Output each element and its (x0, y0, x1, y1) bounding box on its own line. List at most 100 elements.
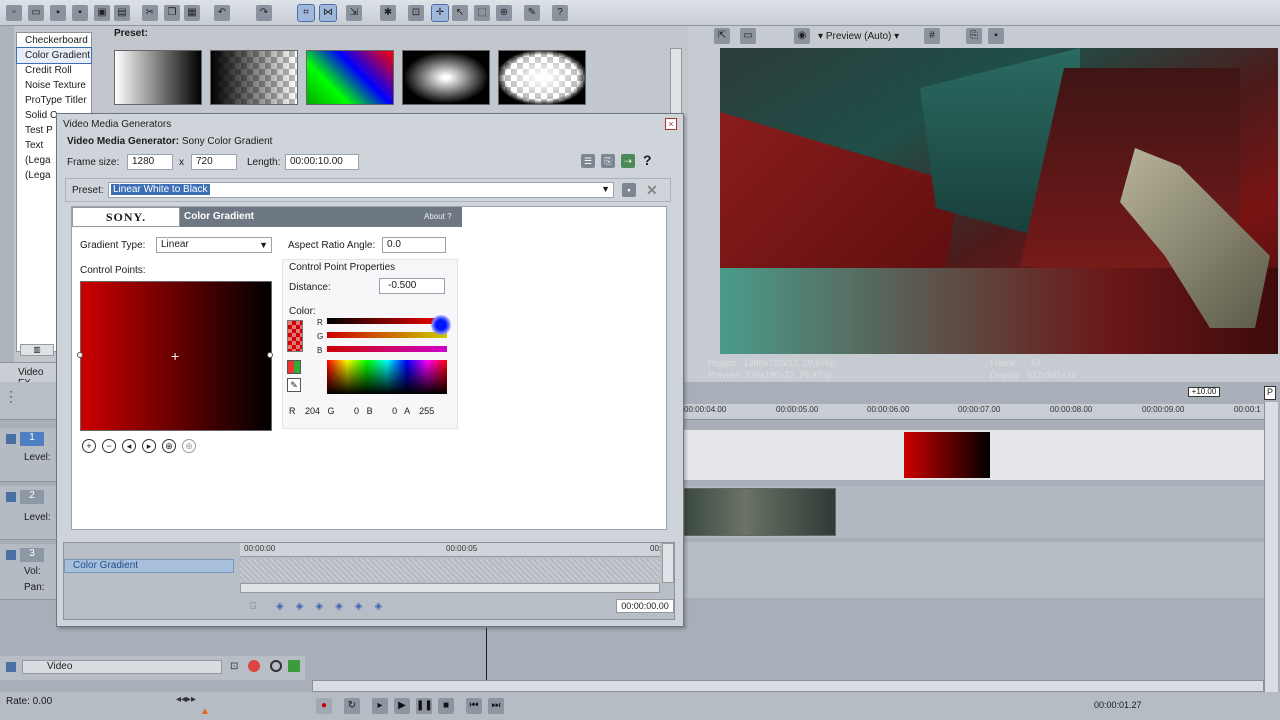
preset-thumb-four-corner[interactable] (306, 50, 394, 105)
preset-dropdown[interactable]: Linear White to Black ▼ (108, 182, 614, 198)
save-as-icon[interactable]: ▪ (72, 5, 88, 21)
color-palette-icon[interactable] (287, 360, 301, 374)
control-point-handle[interactable] (77, 352, 83, 358)
new-file-icon[interactable]: ▫ (6, 5, 22, 21)
timeline-horizontal-scrollbar[interactable] (312, 680, 1264, 692)
frame-width-input[interactable]: 1280 (127, 154, 173, 170)
stop-button[interactable]: ■ (438, 698, 454, 714)
save-icon[interactable]: ▪ (50, 5, 66, 21)
aspect-ratio-input[interactable]: 0.0 (382, 237, 446, 253)
green-slider[interactable] (327, 332, 447, 338)
gradient-canvas[interactable]: + (77, 281, 273, 431)
plugin-chain-icon[interactable]: ⎘ (601, 154, 615, 168)
keyframe-nav-icons[interactable]: ◈◈◈◈◈◈ (276, 601, 394, 612)
open-folder-icon[interactable]: ▭ (28, 5, 44, 21)
play-button[interactable]: ▶ (394, 698, 410, 714)
about-link[interactable]: About ? (424, 212, 452, 221)
pause-button[interactable]: ❚❚ (416, 698, 433, 714)
ignore-grouping-icon[interactable]: ⊡ (408, 5, 424, 21)
delete-preset-icon[interactable]: ✕ (646, 182, 658, 199)
preview-properties-icon[interactable]: ⇱ (714, 28, 730, 44)
generator-item[interactable]: Checkerboard (17, 33, 91, 48)
generator-item[interactable]: Noise Texture (17, 78, 91, 93)
render-icon[interactable]: ▣ (94, 5, 110, 21)
paste-icon[interactable]: ▦ (184, 5, 200, 21)
video-fx-tab[interactable]: Video FX (0, 362, 56, 389)
bus-expand-icon[interactable] (6, 662, 16, 672)
gradient-type-dropdown[interactable]: Linear ▼ (156, 237, 272, 253)
generator-item[interactable]: Color Gradient (16, 47, 92, 64)
normal-edit-tool-icon[interactable]: ✛ (431, 4, 449, 22)
track-expand-icon[interactable] (6, 550, 16, 560)
external-monitor-icon[interactable]: ▭ (740, 28, 756, 44)
play-from-start-button[interactable]: ▸ (372, 698, 388, 714)
b-value[interactable]: 0 (375, 406, 397, 416)
video-clip[interactable] (684, 488, 836, 536)
overlays-icon[interactable]: # (924, 28, 940, 44)
keyframe-vscroll[interactable] (662, 543, 674, 583)
next-point-button[interactable]: ▸ (142, 439, 156, 453)
generator-item[interactable]: ProType Titler (17, 93, 91, 108)
keyframe-lane[interactable] (240, 559, 660, 581)
frame-height-input[interactable]: 720 (191, 154, 237, 170)
sync-cursor-icon[interactable]: ⍈ (250, 601, 256, 612)
length-input[interactable]: 00:00:10.00 (285, 154, 359, 170)
preset-thumb-elliptical-alpha[interactable] (498, 50, 586, 105)
go-to-end-button[interactable]: ⏭ (488, 698, 504, 714)
reset-point-button[interactable]: ⊕ (182, 439, 196, 453)
record-button[interactable]: ● (316, 698, 332, 714)
undo-icon[interactable]: ↶ (214, 5, 230, 21)
color-spectrum[interactable] (327, 360, 447, 394)
preview-quality-dropdown[interactable]: ▾ Preview (Auto) ▾ (818, 31, 899, 42)
cut-icon[interactable]: ✂ (142, 5, 158, 21)
marker-flag-icon[interactable]: P (1264, 386, 1276, 400)
keyframe-time-display[interactable]: 00:00:00.00 (616, 599, 674, 613)
save-preset-icon[interactable]: ▪ (622, 183, 636, 197)
panel-grip[interactable] (0, 26, 14, 382)
g-value[interactable]: 0 (337, 406, 359, 416)
preset-thumb-linear[interactable] (114, 50, 202, 105)
go-to-start-button[interactable]: ⏮ (466, 698, 482, 714)
bus-record-icon[interactable] (248, 660, 260, 672)
distance-input[interactable]: -0.500 (379, 278, 445, 294)
gradient-center-crosshair-icon[interactable]: + (171, 348, 179, 364)
previous-point-button[interactable]: ◂ (122, 439, 136, 453)
timeline-vertical-scrollbar[interactable] (1264, 402, 1278, 712)
eyedropper-icon[interactable]: ✎ (287, 378, 301, 392)
add-control-point-button[interactable]: + (82, 439, 96, 453)
r-value[interactable]: 204 (298, 406, 320, 416)
lock-envelopes-icon[interactable]: ✱ (380, 5, 396, 21)
properties-icon[interactable]: ▤ (114, 5, 130, 21)
center-point-button[interactable]: ⊕ (162, 439, 176, 453)
preset-thumb-elliptical[interactable] (402, 50, 490, 105)
zoom-tool-icon[interactable]: ⊕ (496, 5, 512, 21)
help-icon[interactable]: ? (643, 152, 652, 168)
copy-icon[interactable]: ❐ (164, 5, 180, 21)
copy-snapshot-icon[interactable]: ⎘ (966, 28, 982, 44)
color-swatch[interactable] (287, 320, 303, 352)
redo-icon[interactable]: ↷ (256, 5, 272, 21)
enable-snapping-icon[interactable]: ⌗ (297, 4, 315, 22)
control-point-handle[interactable] (267, 352, 273, 358)
save-snapshot-icon[interactable]: ▪ (988, 28, 1004, 44)
red-slider[interactable] (327, 318, 447, 324)
blue-slider[interactable] (327, 346, 447, 352)
auto-crossfade-icon[interactable]: ⋈ (319, 4, 337, 22)
bus-composite-icon[interactable] (288, 660, 300, 672)
rate-slider[interactable]: ◂◂▸▸ (176, 694, 196, 705)
rate-slider-thumb-icon[interactable]: ▲ (200, 706, 210, 717)
generator-item[interactable]: Credit Roll (17, 63, 91, 78)
bus-name[interactable]: Video (22, 660, 222, 674)
bus-fx-icon[interactable]: ⊡ (230, 661, 238, 672)
loop-end-marker[interactable]: +10.00 (1188, 387, 1220, 397)
track-expand-icon[interactable] (6, 434, 16, 444)
a-value[interactable]: 255 (412, 406, 434, 416)
remove-control-point-button[interactable]: − (102, 439, 116, 453)
track-expand-icon[interactable] (6, 492, 16, 502)
color-gradient-clip[interactable] (904, 432, 990, 478)
generator-options-icon[interactable]: ☰ (581, 154, 595, 168)
envelope-tool-icon[interactable]: ↖ (452, 5, 468, 21)
help-pointer-icon[interactable]: ? (552, 5, 568, 21)
preset-thumb-linear-alpha[interactable] (210, 50, 298, 105)
ripple-edit-icon[interactable]: ⇲ (346, 5, 362, 21)
